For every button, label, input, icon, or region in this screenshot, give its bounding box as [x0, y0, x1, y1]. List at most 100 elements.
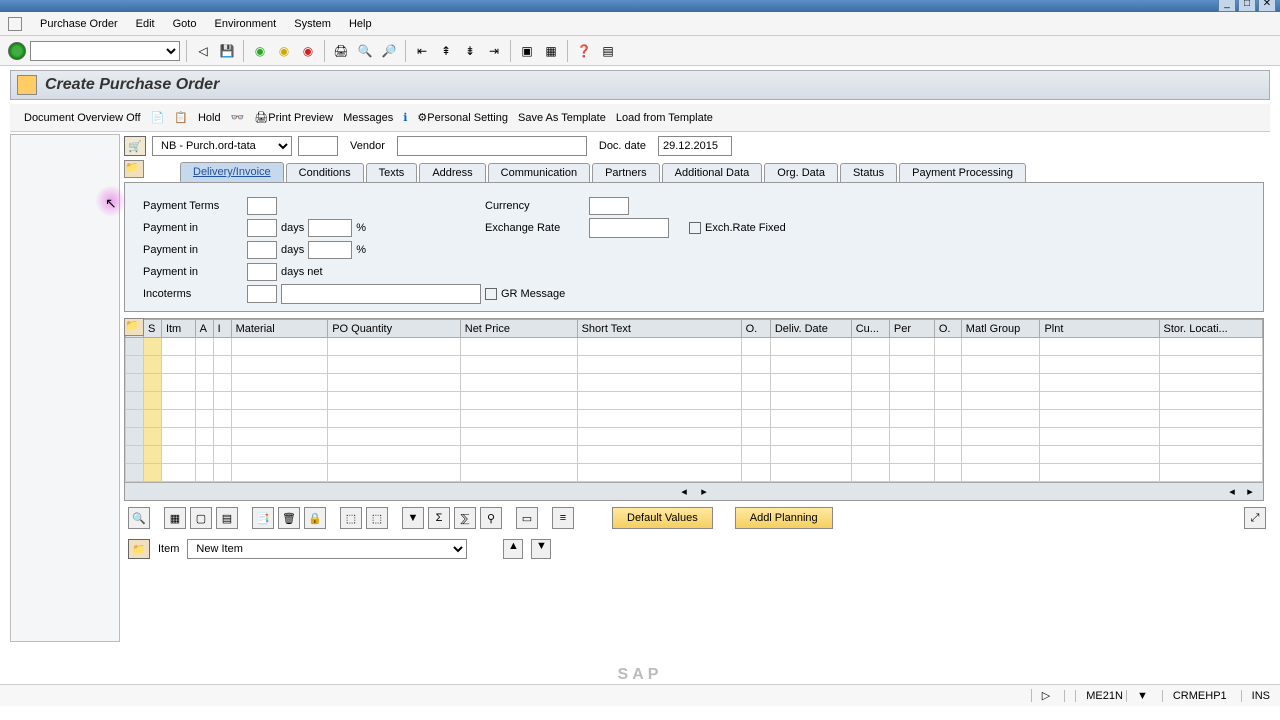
tab-texts[interactable]: Texts — [366, 163, 418, 182]
header-collapse-icon[interactable]: 📁 — [124, 160, 144, 178]
scroll-left-icon[interactable]: ◂ — [677, 485, 691, 499]
print-icon[interactable]: 🖨 — [331, 41, 351, 61]
item-collapse-icon[interactable]: 📁 — [128, 539, 150, 559]
col-a[interactable]: A — [195, 320, 213, 338]
gr-message-checkbox[interactable] — [485, 288, 497, 300]
currency-input[interactable] — [589, 197, 629, 215]
nav-cancel-icon[interactable]: ◉ — [298, 41, 318, 61]
text-icon[interactable]: ≡ — [552, 507, 574, 529]
layout-icon[interactable]: ▤ — [598, 41, 618, 61]
tab-conditions[interactable]: Conditions — [286, 163, 364, 182]
find-next-icon[interactable]: 🔎 — [379, 41, 399, 61]
save-template-button[interactable]: Save As Template — [518, 112, 606, 124]
tab-status[interactable]: Status — [840, 163, 897, 182]
col-s[interactable]: S — [143, 320, 161, 338]
item-overview-collapse-icon[interactable]: 📁 — [124, 318, 144, 336]
enter-icon[interactable] — [8, 42, 26, 60]
incoterms-code-input[interactable] — [247, 285, 277, 303]
vendor-input[interactable] — [397, 136, 587, 156]
col-per[interactable]: Per — [889, 320, 934, 338]
cart-icon[interactable]: 🛒 — [124, 136, 146, 156]
menu-system[interactable]: System — [294, 18, 331, 30]
payment-pct-2-input[interactable] — [308, 241, 352, 259]
copy-icon[interactable]: 📑 — [252, 507, 274, 529]
col-net-price[interactable]: Net Price — [460, 320, 577, 338]
subtotal-icon[interactable]: ⅀ — [454, 507, 476, 529]
tab-additional-data[interactable]: Additional Data — [662, 163, 763, 182]
hold-button[interactable]: Hold — [198, 112, 221, 124]
sort-desc-icon[interactable]: ⬚ — [366, 507, 388, 529]
status-arrow-icon[interactable]: ▷ — [1031, 689, 1050, 702]
docdate-input[interactable] — [658, 136, 732, 156]
create-session-icon[interactable]: ▣ — [517, 41, 537, 61]
nav-exit-icon[interactable]: ◉ — [274, 41, 294, 61]
prev-page-icon[interactable]: ⇞ — [436, 41, 456, 61]
menu-environment[interactable]: Environment — [214, 18, 276, 30]
tab-partners[interactable]: Partners — [592, 163, 660, 182]
col-stor-loc[interactable]: Stor. Locati... — [1159, 320, 1262, 338]
default-values-button[interactable]: Default Values — [612, 507, 713, 529]
payment-days-2-input[interactable] — [247, 241, 277, 259]
delete-icon[interactable]: 🗑 — [278, 507, 300, 529]
col-cu[interactable]: Cu... — [851, 320, 889, 338]
last-page-icon[interactable]: ⇥ — [484, 41, 504, 61]
col-o2[interactable]: O. — [934, 320, 961, 338]
table-row[interactable] — [126, 374, 1263, 392]
next-page-icon[interactable]: ⇟ — [460, 41, 480, 61]
col-o1[interactable]: O. — [741, 320, 770, 338]
nav-back-icon[interactable]: ◉ — [250, 41, 270, 61]
menu-purchase-order[interactable]: Purchase Order — [40, 18, 118, 30]
load-template-button[interactable]: Load from Template — [616, 112, 713, 124]
col-i[interactable]: I — [213, 320, 231, 338]
incoterms-text-input[interactable] — [281, 284, 481, 304]
col-po-quantity[interactable]: PO Quantity — [328, 320, 461, 338]
export-icon[interactable]: ▭ — [516, 507, 538, 529]
po-number-input[interactable] — [298, 136, 338, 156]
table-row[interactable] — [126, 410, 1263, 428]
first-page-icon[interactable]: ⇤ — [412, 41, 432, 61]
addl-planning-button[interactable]: Addl Planning — [735, 507, 833, 529]
create-icon[interactable]: 📄 — [151, 111, 165, 124]
detail-icon[interactable]: 🔍 — [128, 507, 150, 529]
item-select[interactable]: New Item — [187, 539, 467, 559]
messages-button[interactable]: Messages — [343, 112, 393, 124]
tab-communication[interactable]: Communication — [488, 163, 590, 182]
payment-terms-input[interactable] — [247, 197, 277, 215]
command-field[interactable] — [30, 41, 180, 61]
tab-address[interactable]: Address — [419, 163, 485, 182]
payment-pct-1-input[interactable] — [308, 219, 352, 237]
doc-type-select[interactable]: NB - Purch.ord-tata — [152, 136, 292, 156]
col-short-text[interactable]: Short Text — [577, 320, 741, 338]
menu-help[interactable]: Help — [349, 18, 372, 30]
sort-asc-icon[interactable]: ⬚ — [340, 507, 362, 529]
table-row[interactable] — [126, 356, 1263, 374]
col-material[interactable]: Material — [231, 320, 328, 338]
exchange-rate-input[interactable] — [589, 218, 669, 238]
col-itm[interactable]: Itm — [161, 320, 195, 338]
lock-icon[interactable]: 🔒 — [304, 507, 326, 529]
tab-delivery-invoice[interactable]: Delivery/Invoice — [180, 162, 284, 182]
exch-rate-fixed-checkbox[interactable] — [689, 222, 701, 234]
tab-payment-processing[interactable]: Payment Processing — [899, 163, 1026, 182]
scroll-right-end-icon[interactable]: ▸ — [1243, 485, 1257, 499]
scroll-left-end-icon[interactable]: ◂ — [1225, 485, 1239, 499]
table-row[interactable] — [126, 464, 1263, 482]
scroll-right-icon[interactable]: ▸ — [697, 485, 711, 499]
other-icon[interactable]: 📋 — [174, 111, 188, 124]
shortcut-icon[interactable]: ▦ — [541, 41, 561, 61]
help-icon[interactable]: ❓ — [574, 41, 594, 61]
item-next-icon[interactable]: ▼ — [531, 539, 551, 559]
table-row[interactable] — [126, 446, 1263, 464]
menu-goto[interactable]: Goto — [173, 18, 197, 30]
grid-hscroll[interactable]: ◂ ▸ ◂ ▸ — [125, 482, 1263, 500]
tab-org-data[interactable]: Org. Data — [764, 163, 838, 182]
menu-icon[interactable] — [8, 17, 22, 31]
payment-days-1-input[interactable] — [247, 219, 277, 237]
filter-icon[interactable]: ▼ — [402, 507, 424, 529]
doc-overview-button[interactable]: Document Overview Off — [24, 112, 141, 124]
find-grid-icon[interactable]: ⚲ — [480, 507, 502, 529]
close-button[interactable]: ✕ — [1258, 0, 1276, 12]
deselect-all-icon[interactable]: ▢ — [190, 507, 212, 529]
layout-set-icon[interactable]: ▤ — [216, 507, 238, 529]
info-icon[interactable]: ℹ — [403, 111, 407, 124]
